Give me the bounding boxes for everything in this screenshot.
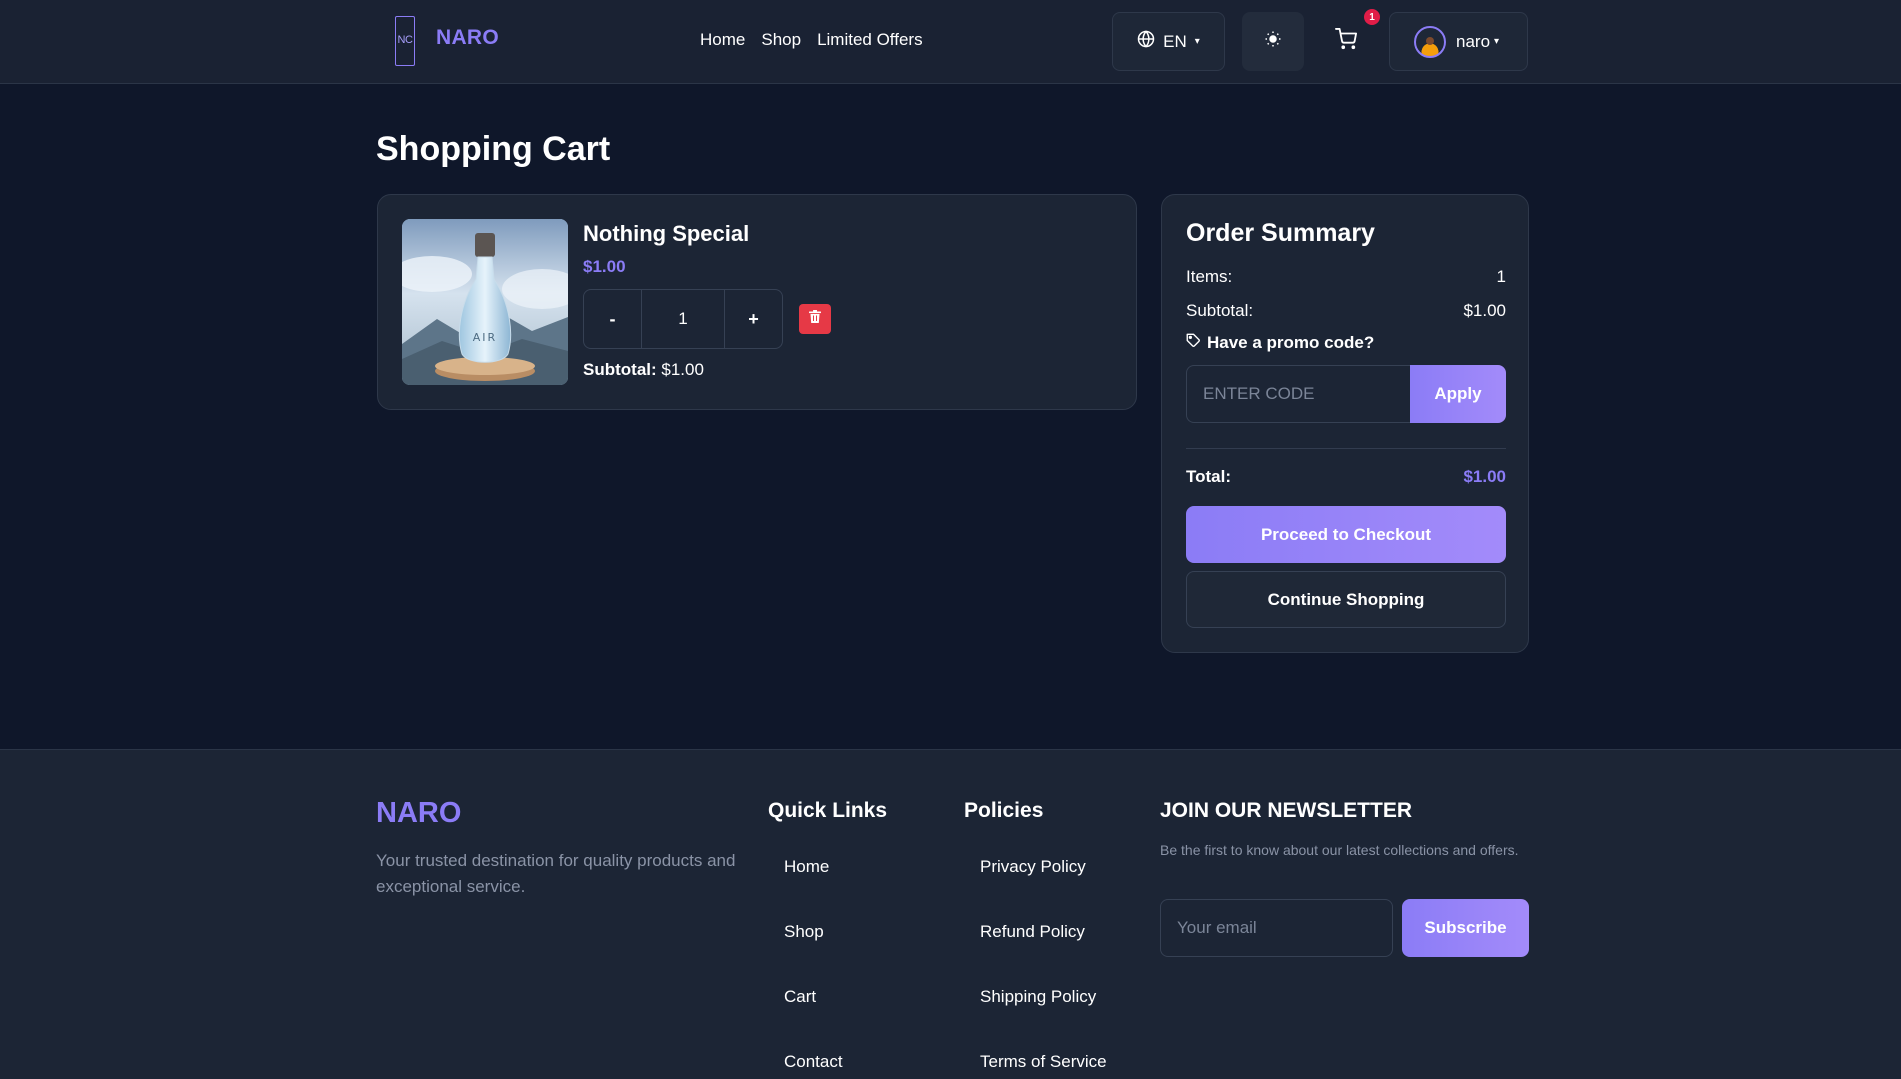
footer-link-refund-policy[interactable]: Refund Policy xyxy=(980,922,1107,987)
footer-link-shop[interactable]: Shop xyxy=(784,922,843,987)
product-price: $1.00 xyxy=(583,257,626,276)
newsletter-email-input[interactable] xyxy=(1160,899,1393,957)
page-title: Shopping Cart xyxy=(376,130,611,168)
footer-link-terms-of-service[interactable]: Terms of Service xyxy=(980,1052,1107,1079)
subtotal-row: Subtotal: $1.00 xyxy=(1186,301,1506,321)
language-label: EN xyxy=(1163,31,1187,51)
promo-code-input[interactable] xyxy=(1186,365,1410,423)
policies-title: Policies xyxy=(964,799,1044,822)
user-menu-button[interactable]: naro ▾ xyxy=(1389,12,1528,71)
avatar xyxy=(1414,25,1446,58)
product-label-text: AIR xyxy=(473,331,497,344)
newsletter-title: JOIN OUR NEWSLETTER xyxy=(1160,799,1413,822)
promo-code-label: Have a promo code? xyxy=(1186,333,1374,353)
subtotal-value: $1.00 xyxy=(1463,301,1506,320)
footer-link-cart[interactable]: Cart xyxy=(784,987,843,1052)
brand-logo[interactable]: NARO xyxy=(436,26,499,50)
sun-icon xyxy=(1264,30,1282,53)
footer-link-contact[interactable]: Contact xyxy=(784,1052,843,1079)
cart-count-badge: 1 xyxy=(1364,9,1380,25)
product-image[interactable]: AIR xyxy=(402,219,568,385)
items-label: Items: xyxy=(1186,267,1233,286)
quantity-value: 1 xyxy=(641,290,725,348)
policies-list: Privacy Policy Refund Policy Shipping Po… xyxy=(980,857,1107,1079)
subtotal-label: Subtotal: xyxy=(1186,301,1254,320)
proceed-to-checkout-button[interactable]: Proceed to Checkout xyxy=(1186,506,1506,563)
nav-home[interactable]: Home xyxy=(700,30,745,50)
newsletter-description: Be the first to know about our latest co… xyxy=(1160,842,1519,858)
product-name[interactable]: Nothing Special xyxy=(583,221,749,247)
item-subtotal-value: $1.00 xyxy=(661,360,704,379)
quick-links-title: Quick Links xyxy=(768,799,888,822)
quick-links-list: Home Shop Cart Contact xyxy=(784,857,843,1079)
main-nav: Home Shop Limited Offers xyxy=(700,30,923,50)
nav-limited-offers[interactable]: Limited Offers xyxy=(817,30,923,50)
total-label: Total: xyxy=(1186,467,1232,486)
username-label: naro xyxy=(1456,31,1491,51)
continue-shopping-button[interactable]: Continue Shopping xyxy=(1186,571,1506,628)
summary-divider xyxy=(1186,448,1506,449)
trash-icon xyxy=(809,310,821,328)
quantity-stepper: - 1 + xyxy=(583,289,783,349)
theme-toggle-button[interactable] xyxy=(1242,12,1304,71)
footer-link-privacy-policy[interactable]: Privacy Policy xyxy=(980,857,1107,922)
subscribe-button[interactable]: Subscribe xyxy=(1402,899,1529,957)
order-summary-card: Order Summary Items: 1 Subtotal: $1.00 H… xyxy=(1161,194,1529,653)
language-selector[interactable]: EN ▾ xyxy=(1112,12,1225,71)
nav-shop[interactable]: Shop xyxy=(761,30,801,50)
cart-icon xyxy=(1335,28,1357,55)
apply-promo-button[interactable]: Apply xyxy=(1410,365,1506,423)
chevron-down-icon: ▾ xyxy=(1494,36,1500,47)
chevron-down-icon: ▾ xyxy=(1194,36,1200,47)
increase-quantity-button[interactable]: + xyxy=(725,290,782,348)
footer-brand: NARO xyxy=(376,797,462,829)
items-value: 1 xyxy=(1496,267,1506,286)
cart-item-card: AIR Nothing Special $1.00 - 1 + Subtotal… xyxy=(377,194,1137,410)
remove-item-button[interactable] xyxy=(799,304,831,334)
decrease-quantity-button[interactable]: - xyxy=(584,290,641,348)
footer-description: Your trusted destination for quality pro… xyxy=(376,851,736,896)
footer-link-shipping-policy[interactable]: Shipping Policy xyxy=(980,987,1107,1052)
promo-code-text: Have a promo code? xyxy=(1207,333,1375,352)
order-summary-title: Order Summary xyxy=(1186,219,1375,247)
globe-icon xyxy=(1137,30,1155,53)
total-value: $1.00 xyxy=(1463,467,1506,486)
footer-link-home[interactable]: Home xyxy=(784,857,843,922)
top-header: NC NARO Home Shop Limited Offers EN ▾ 1 … xyxy=(0,0,1901,84)
tag-icon xyxy=(1186,333,1201,353)
site-footer: NARO Your trusted destination for qualit… xyxy=(0,749,1901,1079)
total-row: Total: $1.00 xyxy=(1186,467,1506,487)
item-subtotal: Subtotal: $1.00 xyxy=(583,360,704,380)
items-count-row: Items: 1 xyxy=(1186,267,1506,287)
item-subtotal-label: Subtotal: xyxy=(583,360,657,379)
logo-mark[interactable]: NC xyxy=(395,16,415,66)
